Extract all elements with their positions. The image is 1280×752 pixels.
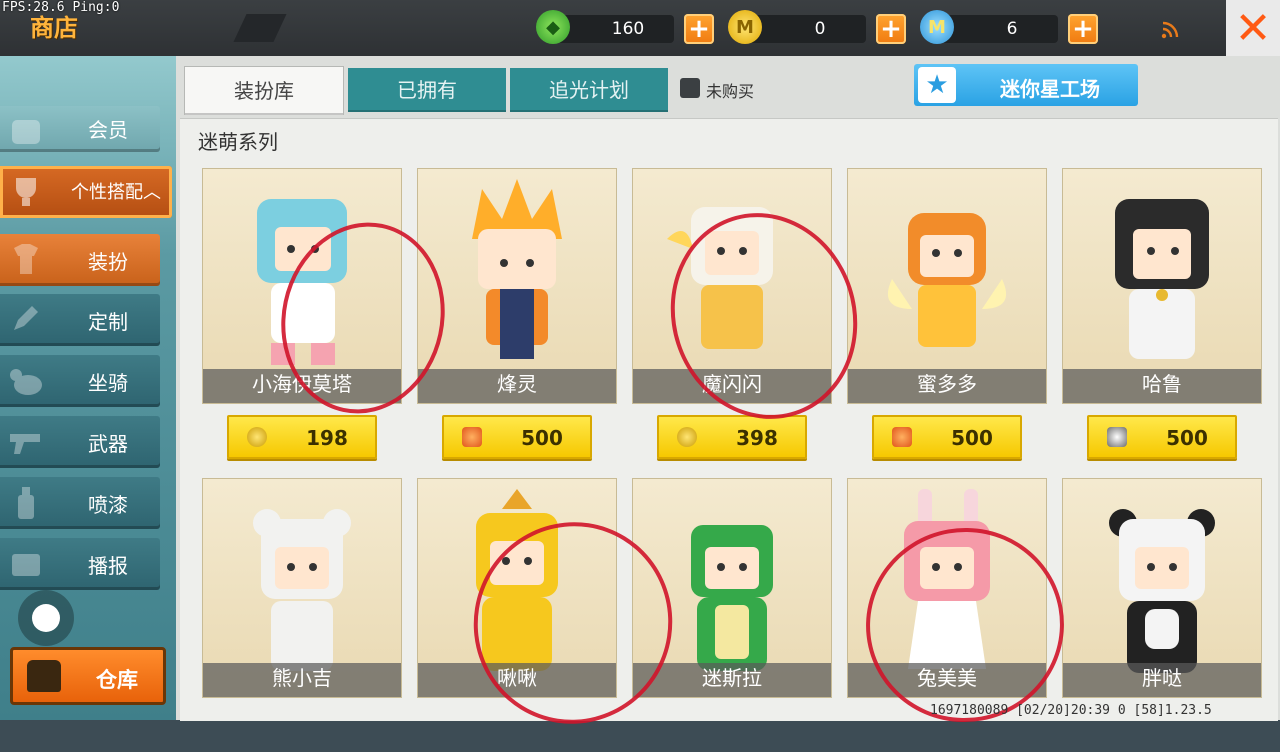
item-name: 烽灵	[497, 372, 537, 396]
price: 398	[736, 426, 778, 450]
sidebar-item-weapon[interactable]: 武器	[0, 416, 160, 468]
item-name: 哈鲁	[1142, 372, 1182, 396]
mount-icon	[10, 369, 42, 395]
add-mini-coins-button[interactable]: +	[1068, 14, 1098, 44]
price: 500	[1166, 426, 1208, 450]
price: 500	[521, 426, 563, 450]
price: 500	[951, 426, 993, 450]
sidebar-item-spray[interactable]: 喷漆	[0, 477, 160, 529]
sidebar-item-label: 播报	[88, 554, 128, 578]
price: 198	[306, 426, 348, 450]
decorative-stripe	[233, 14, 287, 42]
item-card[interactable]: 蜜多多	[847, 168, 1047, 404]
buy-button[interactable]: 398	[657, 415, 807, 459]
character-preview	[253, 509, 351, 671]
dog-token-icon	[1107, 427, 1127, 447]
item-card[interactable]: 熊小吉	[202, 478, 402, 698]
gold-coin-icon	[247, 427, 267, 447]
debug-overlay: FPS:28.6 Ping:0	[2, 0, 120, 15]
add-coins-button[interactable]: +	[876, 14, 906, 44]
blue-mini-coin-icon: M	[920, 10, 954, 44]
green-gem-icon: ◆	[536, 10, 570, 44]
workshop-label: 迷你星工场	[1000, 77, 1100, 101]
sidebar-item-label: 喷漆	[88, 493, 128, 517]
warehouse-button[interactable]: 仓库	[10, 647, 166, 705]
mini-coin-count: 6	[1006, 19, 1018, 39]
close-button[interactable]: ✕	[1226, 0, 1280, 56]
character-preview	[1109, 509, 1215, 673]
close-icon: ✕	[1234, 2, 1272, 54]
tab-outfit-library[interactable]: 装扮库	[184, 66, 344, 115]
item-name: 胖哒	[1142, 666, 1182, 690]
gold-coin-icon	[677, 427, 697, 447]
gem-count: 160	[611, 19, 645, 39]
sidebar-item-label: 会员	[88, 118, 128, 142]
spray-can-icon	[18, 487, 34, 519]
warehouse-label: 仓库	[96, 668, 138, 692]
item-name: 蜜多多	[917, 372, 977, 396]
gold-coin-icon: M	[728, 10, 762, 44]
buy-button[interactable]: 500	[442, 415, 592, 459]
chest-icon	[27, 660, 61, 692]
broadcast-icon	[12, 554, 40, 576]
character-preview	[472, 179, 562, 359]
trophy-icon	[16, 178, 36, 206]
sidebar-item-label: 装扮	[88, 250, 128, 274]
sidebar-item-label: 坐骑	[88, 371, 128, 395]
mini-workshop-button[interactable]: ★ 迷你星工场	[914, 64, 1138, 106]
build-info: 1697180089 [02/20]20:39 0 [58]1.23.5	[930, 703, 1212, 718]
item-card[interactable]: 哈鲁	[1062, 168, 1262, 404]
series-title: 迷萌系列	[198, 130, 278, 154]
tab-owned[interactable]: 已拥有	[348, 68, 506, 112]
sidebar-item-label: 个性搭配︿	[71, 182, 161, 203]
character-preview	[691, 525, 773, 671]
sidebar-item-label: 武器	[88, 432, 128, 456]
sidebar-item-outfit[interactable]: 装扮	[0, 234, 160, 286]
sidebar-item-customize[interactable]: 定制	[0, 294, 160, 346]
item-card[interactable]: 胖哒	[1062, 478, 1262, 698]
sidebar-item-broadcast[interactable]: 播报	[0, 538, 160, 590]
add-gems-button[interactable]: +	[684, 14, 714, 44]
member-icon	[12, 120, 40, 144]
unbought-checkbox[interactable]	[680, 78, 700, 98]
gun-icon	[10, 434, 40, 454]
sidebar-item-label: 定制	[88, 310, 128, 334]
fox-token-icon	[462, 427, 482, 447]
tab-chase-light-plan[interactable]: 追光计划	[510, 68, 668, 112]
unbought-label: 未购买	[706, 82, 755, 101]
sidebar-item-member[interactable]: 会员	[0, 106, 160, 152]
character-preview	[1115, 199, 1209, 359]
item-name: 熊小吉	[272, 666, 332, 690]
item-name: 迷斯拉	[702, 666, 762, 690]
sidebar-item-mount[interactable]: 坐骑	[0, 355, 160, 407]
buy-button[interactable]: 500	[872, 415, 1022, 459]
floating-joystick-button[interactable]	[18, 590, 74, 646]
star-icon: ★	[918, 67, 956, 103]
item-card[interactable]: 烽灵	[417, 168, 617, 404]
outfit-icon	[14, 244, 38, 274]
coin-count: 0	[814, 19, 826, 39]
character-preview	[887, 213, 1007, 347]
sidebar-category-personal-style[interactable]: 个性搭配︿	[0, 166, 172, 218]
buy-button[interactable]: 500	[1087, 415, 1237, 459]
buy-button[interactable]: 198	[227, 415, 377, 459]
rss-icon	[1161, 21, 1179, 39]
fox-token-icon	[892, 427, 912, 447]
pencil-icon	[14, 306, 38, 330]
